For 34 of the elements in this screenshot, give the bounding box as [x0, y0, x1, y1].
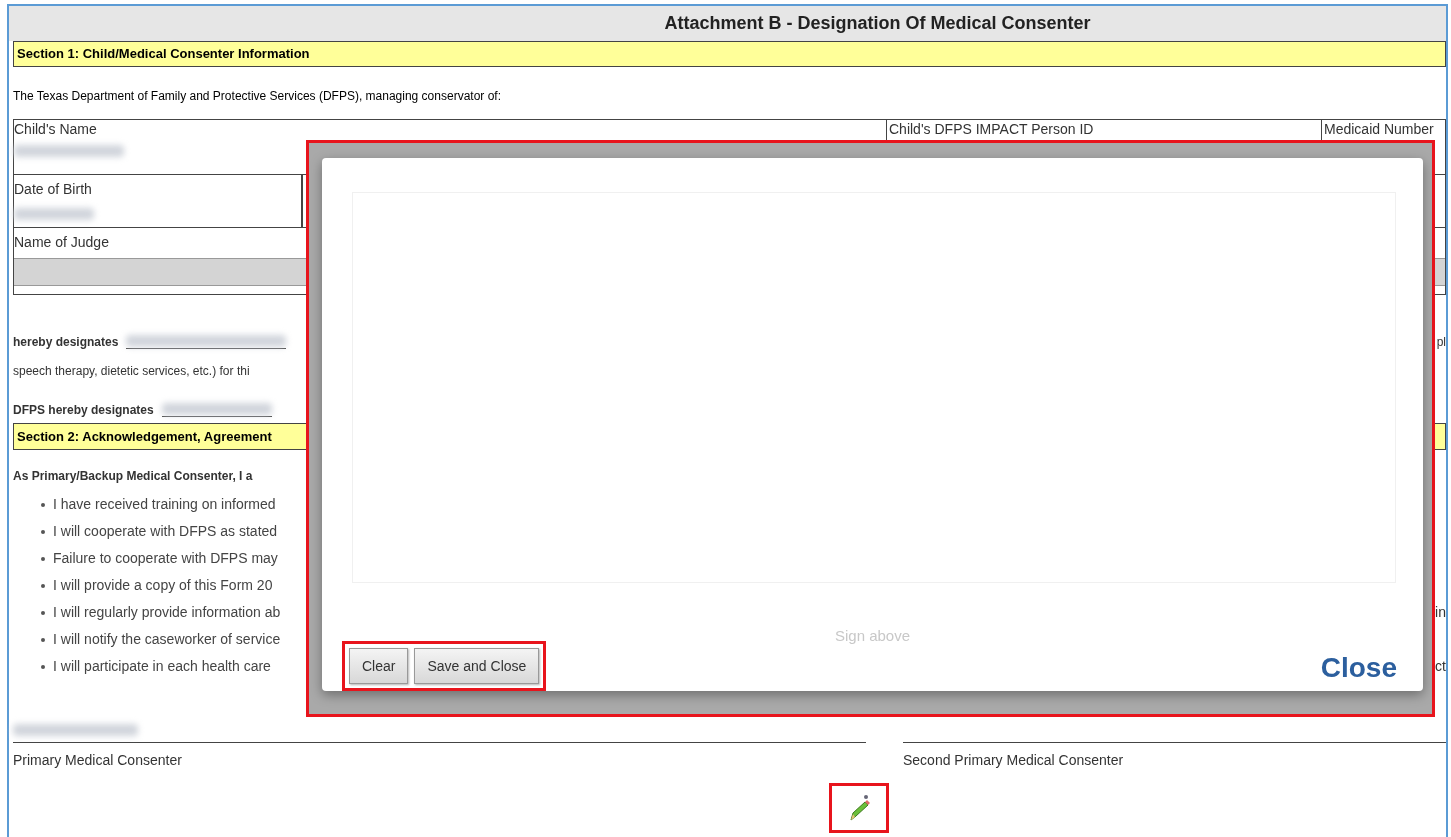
- intro-text: The Texas Department of Family and Protective Services (DFPS), managing conservator of:: [13, 88, 502, 105]
- field-label: Child's Name: [14, 121, 98, 137]
- designation-label: hereby designates: [13, 334, 119, 351]
- save-and-close-button[interactable]: Save and Close: [414, 648, 540, 684]
- bullet-icon: [41, 610, 45, 615]
- clear-button[interactable]: Clear: [349, 648, 409, 684]
- field-label: Medicaid Number: [1324, 121, 1435, 137]
- bullet-text: I will cooperate with DFPS as stated: [53, 522, 278, 541]
- bullet-text: I will notify the caseworker of service: [53, 630, 281, 649]
- signature-label: Second Primary Medical Consenter: [903, 752, 1124, 768]
- field-label: Name of Judge: [14, 233, 110, 252]
- bullet-text: Failure to cooperate with DFPS may: [53, 549, 278, 568]
- bullet-icon: [41, 664, 45, 669]
- bullet-icon: [41, 583, 45, 588]
- field-label: Date of Birth: [14, 180, 93, 199]
- designation-label: DFPS hereby designates: [13, 402, 154, 419]
- bullet-icon: [41, 529, 45, 534]
- cut-text: pl: [1436, 334, 1446, 351]
- signature-label: Primary Medical Consenter: [13, 752, 182, 768]
- cut-text: ct: [1435, 657, 1446, 676]
- body-text: As Primary/Backup Medical Consenter, I a: [13, 468, 254, 485]
- bullet-text: I will regularly provide information ab: [53, 603, 281, 622]
- body-text: speech therapy, dietetic services, etc.) for thi: [13, 363, 251, 380]
- document-title: Attachment B - Designation Of Medical Consenter: [664, 12, 1091, 35]
- bullet-text: I have received training on informed: [53, 495, 276, 514]
- bullet-icon: [41, 556, 45, 561]
- cut-text: in: [1435, 603, 1446, 622]
- bullet-icon: [41, 637, 45, 642]
- bullet-icon: [41, 502, 45, 507]
- section-heading: Section 1: Child/Medical Consenter Information: [13, 41, 1446, 67]
- bullet-text: I will provide a copy of this Form 20: [53, 576, 273, 595]
- field-label: Child's DFPS IMPACT Person ID: [889, 121, 1095, 137]
- close-link[interactable]: Close: [1320, 647, 1397, 689]
- bullet-text: I will participate in each health care: [53, 657, 271, 676]
